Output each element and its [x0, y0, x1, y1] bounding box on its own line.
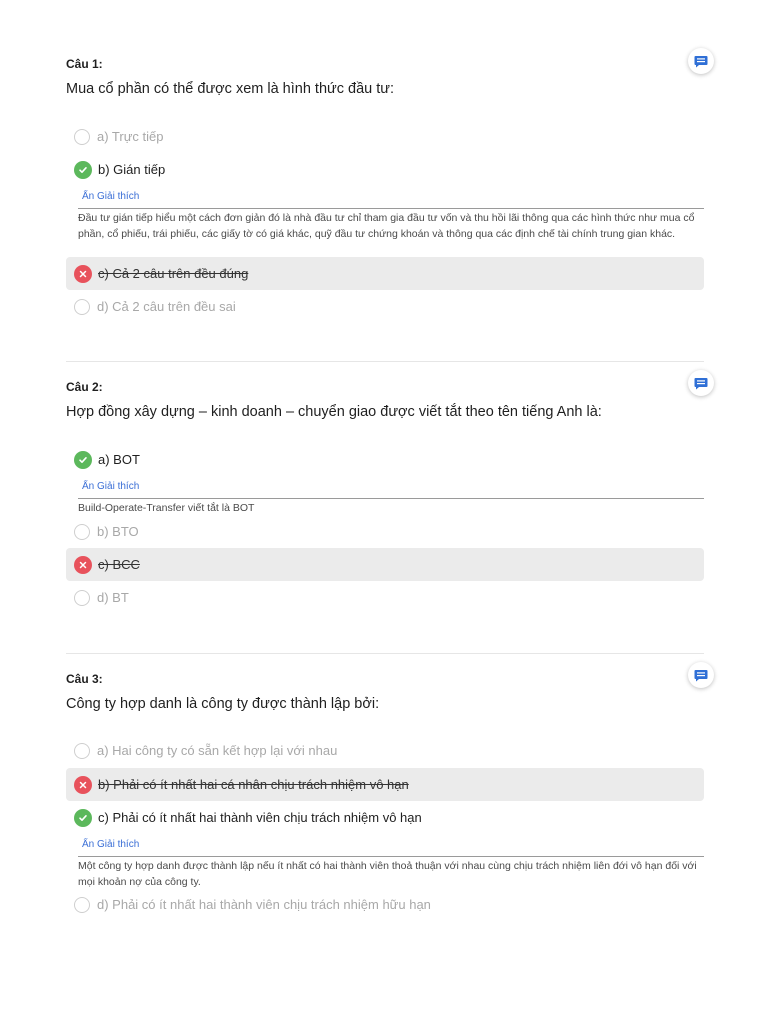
comment-button[interactable]	[688, 662, 714, 688]
answer-option-c[interactable]: c) Phải có ít nhất hai thành viên chịu t…	[66, 801, 704, 834]
radio-button[interactable]	[74, 742, 90, 759]
question-text: Công ty hợp danh là công ty được thành l…	[66, 696, 380, 712]
comment-icon	[694, 669, 708, 681]
answer-text: c) Phải có ít nhất hai thành viên chịu t…	[98, 810, 422, 825]
radio-button[interactable]	[74, 896, 90, 913]
answer-option-a[interactable]: a) Hai công ty có sẵn kết hợp lại với nh…	[66, 734, 704, 767]
answer-option-b[interactable]: b) Phải có ít nhất hai cá nhân chịu trác…	[66, 768, 704, 801]
hide-explanation-link[interactable]: Ẩn Giải thích	[82, 839, 139, 850]
question-number: Câu 3:	[66, 672, 103, 686]
cross-icon	[74, 775, 92, 794]
answer-text: a) Hai công ty có sẵn kết hợp lại với nh…	[97, 743, 338, 758]
question-3: Câu 3: Công ty hợp danh là công ty được …	[66, 0, 714, 940]
answer-text: b) Phải có ít nhất hai cá nhân chịu trác…	[98, 777, 409, 792]
check-icon	[74, 808, 92, 827]
explanation-text: Một công ty hợp danh được thành lập nếu …	[78, 856, 704, 890]
answer-option-d[interactable]: d) Phải có ít nhất hai thành viên chịu t…	[66, 888, 704, 921]
answer-text: d) Phải có ít nhất hai thành viên chịu t…	[97, 897, 431, 912]
